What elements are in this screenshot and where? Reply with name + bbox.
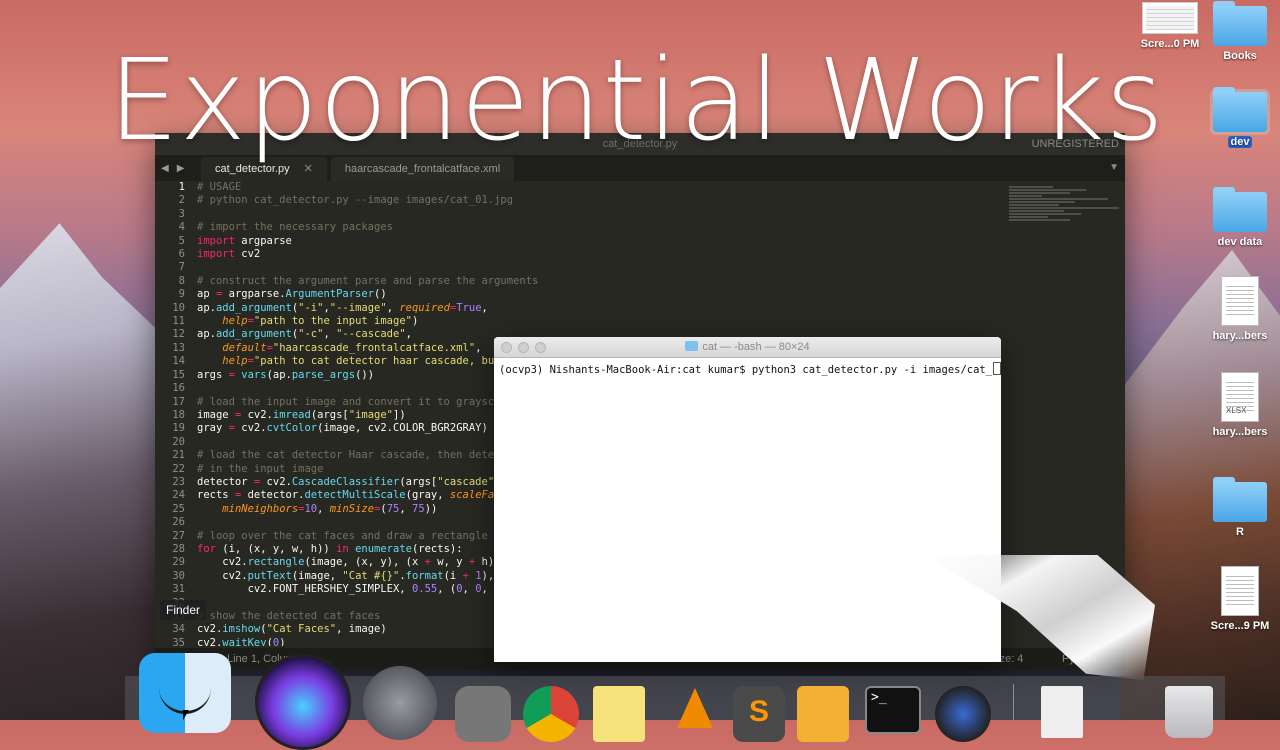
- zoom-window-icon[interactable]: [535, 342, 546, 353]
- traffic-lights: [501, 342, 546, 353]
- xlsx-tag: XLSX: [1226, 406, 1247, 415]
- code-line: 3: [178, 207, 185, 220]
- screenshot-thumbnail-icon: [1142, 2, 1198, 34]
- vlc-icon[interactable]: [677, 688, 713, 728]
- code-line: 5 import argparse: [178, 234, 292, 247]
- code-line: 6 import cv2: [178, 248, 261, 261]
- terminal-prompt: (ocvp3) Nishants-MacBook-Air:cat kumar$ …: [499, 364, 993, 376]
- desktop-icon-label: dev data: [1217, 236, 1263, 248]
- folder-icon: [1213, 1, 1267, 46]
- code-line: 10 ap.add_argument("-i","--image", requir…: [172, 301, 488, 314]
- desktop-icon-screenshot-2[interactable]: Scre...9 PM: [1200, 566, 1280, 632]
- finder-icon[interactable]: [139, 653, 231, 733]
- folder-icon: [1213, 187, 1267, 232]
- dock-tooltip: Finder: [160, 600, 207, 620]
- desktop-icon-books[interactable]: Books: [1200, 1, 1280, 62]
- code-line: 8 # construct the argument parse and pars…: [178, 274, 539, 287]
- launchpad-icon[interactable]: [363, 666, 437, 740]
- spreadsheet-file-icon: [1221, 276, 1259, 326]
- desktop-icon-label: hary...bers: [1212, 426, 1268, 438]
- pages-icon[interactable]: [797, 686, 849, 742]
- mouse-pointer-icon: [183, 710, 189, 720]
- siri-icon[interactable]: [255, 654, 351, 750]
- notes-icon[interactable]: [593, 686, 645, 742]
- trash-icon[interactable]: [1165, 686, 1213, 738]
- dock: S >_: [125, 653, 1225, 750]
- sublime-icon[interactable]: S: [733, 686, 785, 742]
- desktop-icon-numbers-2[interactable]: XLSX hary...bers: [1200, 372, 1280, 438]
- screenshot-file-icon: [1221, 566, 1259, 616]
- dock-separator: [1013, 684, 1014, 720]
- minimap[interactable]: [1009, 185, 1119, 255]
- desktop-icon-label: Scre...9 PM: [1210, 620, 1270, 632]
- folder-icon: [1210, 87, 1270, 135]
- desktop-icon-dev-data[interactable]: dev data: [1200, 187, 1280, 248]
- terminal-titlebar: cat — -bash — 80×24: [494, 337, 1001, 358]
- wallpaper-mountain-left: [0, 223, 170, 720]
- code-line: 7: [178, 261, 185, 274]
- overlay-title: Exponential Works: [108, 36, 1165, 166]
- close-window-icon[interactable]: [501, 342, 512, 353]
- code-line: 11 help="path to the input image"): [172, 315, 419, 328]
- desktop-icon-numbers-1[interactable]: hary...bers: [1200, 276, 1280, 342]
- folder-icon: [1213, 477, 1267, 522]
- code-line: 9 ap = argparse.ArgumentParser(): [178, 288, 387, 301]
- desktop-icon-label: R: [1236, 526, 1244, 538]
- terminal-cursor: [993, 362, 1001, 375]
- terminal-output[interactable]: (ocvp3) Nishants-MacBook-Air:cat kumar$ …: [494, 358, 1001, 380]
- desktop-icon-label: hary...bers: [1212, 330, 1268, 342]
- xlsx-file-icon: XLSX: [1221, 372, 1259, 422]
- quicktime-icon[interactable]: [935, 686, 991, 742]
- desktop-icon-dev[interactable]: dev: [1200, 87, 1280, 148]
- terminal-window[interactable]: cat — -bash — 80×24 (ocvp3) Nishants-Mac…: [494, 337, 1001, 662]
- code-line: 4 # import the necessary packages: [178, 221, 393, 234]
- terminal-dock-glyph: >_: [871, 690, 887, 705]
- code-line: 2 # python cat_detector.py --image images…: [178, 194, 514, 207]
- document-icon[interactable]: [1041, 686, 1083, 738]
- folder-icon: [685, 341, 699, 351]
- chrome-icon[interactable]: [523, 686, 579, 742]
- system-preferences-icon[interactable]: [455, 686, 511, 742]
- desktop-icon-label: dev: [1227, 136, 1253, 148]
- code-line: 1 # USAGE: [178, 181, 242, 193]
- minimize-window-icon[interactable]: [518, 342, 529, 353]
- terminal-title: cat — -bash — 80×24: [702, 341, 810, 353]
- desktop-icon-label: Books: [1223, 50, 1257, 62]
- desktop-icon-r[interactable]: R: [1200, 477, 1280, 538]
- terminal-icon[interactable]: >_: [865, 686, 921, 734]
